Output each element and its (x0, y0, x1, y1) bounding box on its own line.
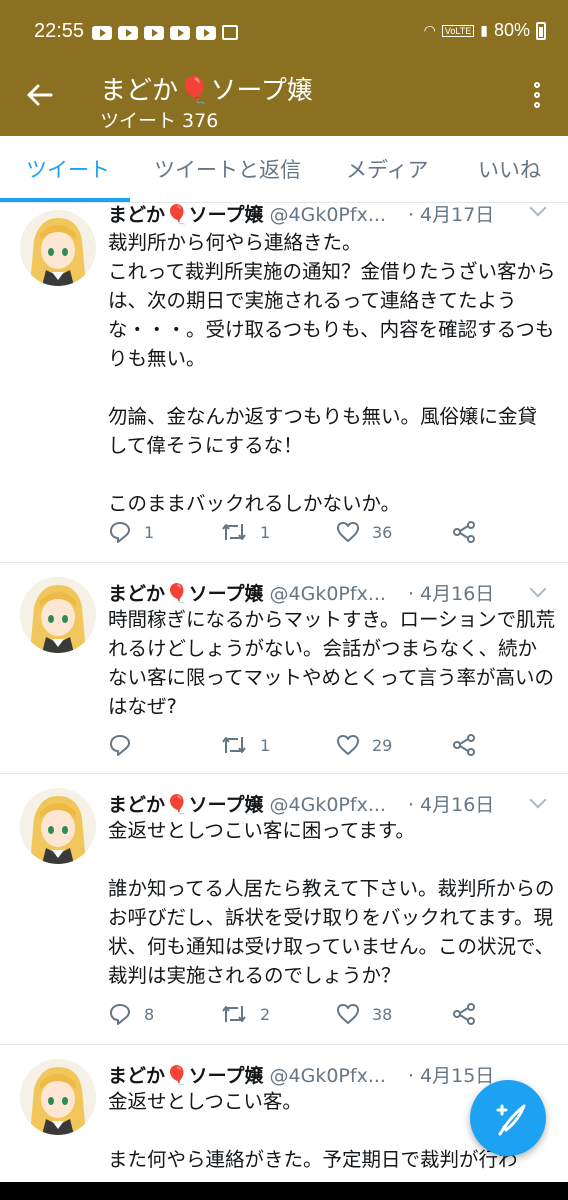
wifi-icon: ◠ (423, 22, 436, 38)
like-count: 38 (372, 1004, 393, 1024)
tweet-date[interactable]: · 4月16日 (408, 790, 494, 817)
status-time: 22:55 (34, 20, 85, 42)
youtube-notification-icon (118, 26, 138, 40)
author-name[interactable]: まどか🎈ソープ嬢 (108, 790, 264, 817)
like-button[interactable]: 36 (336, 520, 392, 544)
profile-title: まどか🎈ソープ嬢 (100, 76, 313, 106)
heart-icon (337, 522, 359, 542)
retweet-icon (222, 737, 246, 753)
author-name[interactable]: まどか🎈ソープ嬢 (108, 200, 264, 227)
more-options-icon[interactable] (534, 82, 540, 112)
author-handle[interactable]: @4Gk0Pfx... (270, 204, 386, 226)
reply-icon (110, 522, 130, 543)
youtube-notification-icon (196, 26, 216, 40)
retweet-icon (222, 524, 246, 540)
avatar[interactable] (20, 788, 96, 864)
share-icon (453, 1003, 475, 1025)
tweet-date[interactable]: · 4月17日 (408, 200, 494, 227)
tweet-text: 金返せとしつこい客に困ってます。 誰か知ってる人居たら教えて下さい。裁判所からの… (108, 819, 555, 987)
tweet-header: まどか🎈ソープ嬢 @4Gk0Pfx... · 4月16日 (108, 579, 494, 606)
reply-count: 1 (144, 522, 155, 542)
reply-icon (110, 1004, 130, 1025)
reply-icon (110, 735, 130, 756)
chevron-down-icon[interactable] (529, 580, 547, 598)
profile-tabs: ツイート ツイートと返信 メディア いいね (0, 136, 568, 203)
author-handle[interactable]: @4Gk0Pfx... (270, 1065, 386, 1087)
status-bar: 22:55 ◠ VoLTE ▮ 80% (0, 0, 568, 64)
tweet-header: まどか🎈ソープ嬢 @4Gk0Pfx... · 4月15日 (108, 1061, 494, 1088)
reply-button[interactable]: 1 (108, 520, 154, 544)
like-count: 29 (372, 735, 393, 755)
tab-tweets[interactable]: ツイート (26, 154, 110, 184)
tweet-item[interactable]: まどか🎈ソープ嬢 @4Gk0Pfx... · 4月16日 時間稼ぎになるからマッ… (0, 563, 568, 774)
heart-icon (337, 735, 359, 755)
retweet-count: 2 (260, 1004, 271, 1024)
retweet-count: 1 (260, 735, 271, 755)
share-button[interactable] (452, 520, 476, 544)
battery-icon (536, 21, 546, 40)
signal-icon: ▮ (480, 22, 488, 38)
battery-percent: 80% (493, 20, 530, 40)
share-icon (453, 734, 475, 756)
tweet-item[interactable]: まどか🎈ソープ嬢 @4Gk0Pfx... · 4月17日 裁判所から何やら連絡き… (0, 199, 568, 563)
profile-header: まどか🎈ソープ嬢 ツイート 376 (0, 64, 568, 136)
avatar[interactable] (20, 210, 96, 286)
like-button[interactable]: 38 (336, 1002, 392, 1026)
reply-count: 8 (144, 1004, 155, 1024)
tweet-header: まどか🎈ソープ嬢 @4Gk0Pfx... · 4月17日 (108, 200, 494, 227)
feather-plus-icon (496, 1104, 526, 1136)
volte-icon: VoLTE (441, 24, 475, 37)
chevron-down-icon[interactable] (529, 199, 547, 217)
tab-tweets-and-replies[interactable]: ツイートと返信 (154, 154, 301, 184)
retweet-button[interactable]: 2 (220, 1002, 270, 1026)
tweet-header: まどか🎈ソープ嬢 @4Gk0Pfx... · 4月16日 (108, 790, 494, 817)
tweet-date[interactable]: · 4月16日 (408, 579, 494, 606)
tweet-actions: 1 1 36 (108, 520, 548, 550)
back-arrow-icon[interactable] (24, 80, 54, 116)
tweet-actions: 8 2 38 (108, 1002, 548, 1032)
retweet-count: 1 (260, 522, 271, 542)
share-button[interactable] (452, 733, 476, 757)
heart-icon (337, 1004, 359, 1024)
youtube-notification-icon (144, 26, 164, 40)
compose-tweet-button[interactable] (470, 1080, 546, 1156)
avatar[interactable] (20, 577, 96, 653)
avatar[interactable] (20, 1059, 96, 1135)
tweet-count: ツイート 376 (100, 110, 219, 132)
author-handle[interactable]: @4Gk0Pfx... (270, 583, 386, 605)
share-button[interactable] (452, 1002, 476, 1026)
tweet-text: 時間稼ぎになるからマットすき。ローションで肌荒れるけどしょうがない。会話がつまら… (108, 608, 556, 718)
retweet-button[interactable]: 1 (220, 733, 270, 757)
retweet-icon (222, 1006, 246, 1022)
tab-media[interactable]: メディア (346, 154, 429, 184)
author-name[interactable]: まどか🎈ソープ嬢 (108, 579, 264, 606)
like-count: 36 (372, 522, 393, 542)
like-button[interactable]: 29 (336, 733, 392, 757)
share-icon (453, 521, 475, 543)
reply-button[interactable]: 8 (108, 1002, 154, 1026)
reply-button[interactable] (108, 733, 144, 757)
image-notification-icon (222, 25, 238, 40)
author-handle[interactable]: @4Gk0Pfx... (270, 794, 386, 816)
retweet-button[interactable]: 1 (220, 520, 270, 544)
youtube-notification-icon (170, 26, 190, 40)
tab-likes[interactable]: いいね (478, 154, 541, 184)
youtube-notification-icon (92, 26, 112, 40)
author-name[interactable]: まどか🎈ソープ嬢 (108, 1061, 264, 1088)
tweet-text: 裁判所から何やら連絡きた。 これって裁判所実施の通知？金借りたうざい客からは、次… (108, 231, 556, 515)
tweet-actions: 1 29 (108, 733, 548, 763)
tweet-item[interactable]: まどか🎈ソープ嬢 @4Gk0Pfx... · 4月16日 金返せとしつこい客に困… (0, 774, 568, 1045)
chevron-down-icon[interactable] (529, 791, 547, 809)
system-nav-bar (0, 1182, 568, 1200)
